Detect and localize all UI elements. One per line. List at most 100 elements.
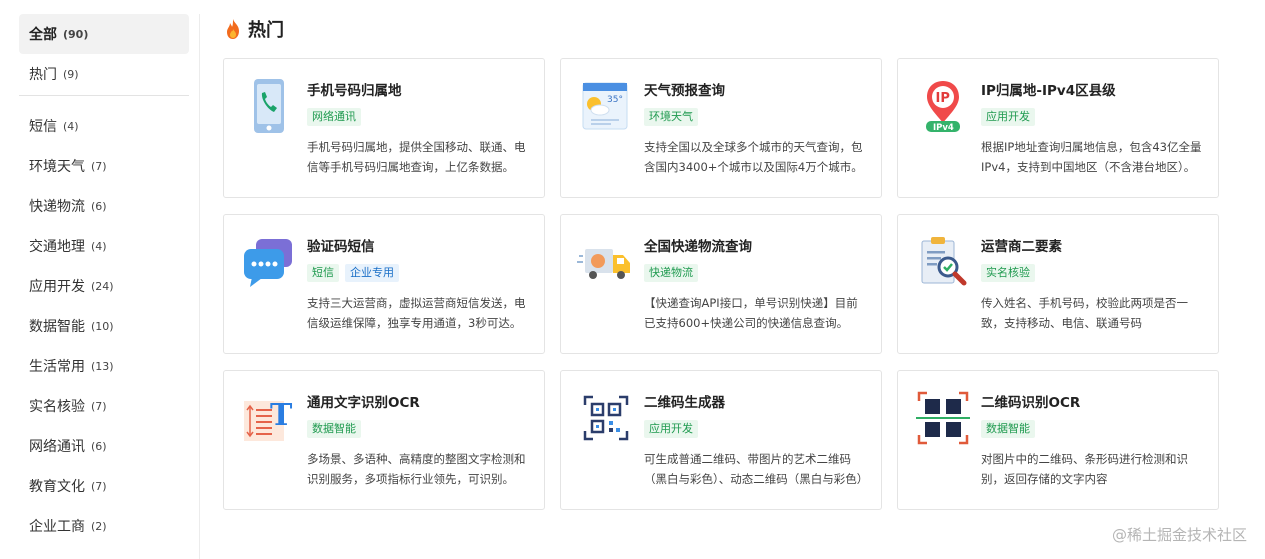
delivery-truck-icon xyxy=(577,249,630,279)
api-card-express-tracking[interactable]: 全国快递物流查询 快递物流 【快递查询API接口，单号识别快递】目前已支持600… xyxy=(560,214,882,354)
sidebar-item-express[interactable]: 快递物流 (6) xyxy=(19,186,189,226)
ip-location-icon: IP IPv4 xyxy=(926,81,960,133)
api-card-phone-location[interactable]: 手机号码归属地 网络通讯 手机号码归属地，提供全国移动、联通、电信等手机号码归属… xyxy=(223,58,545,198)
card-tags: 环境天气 xyxy=(644,108,698,126)
sidebar-item-label: 快递物流 xyxy=(29,199,85,215)
sidebar-item-count: (90) xyxy=(63,27,89,41)
card-description: 对图片中的二维码、条形码进行检测和识别，返回存储的文字内容 xyxy=(981,452,1188,486)
card-title: 二维码生成器 xyxy=(644,395,725,411)
sidebar-item-hot[interactable]: 热门 (9) xyxy=(19,54,189,94)
enterprise-tag[interactable]: 企业专用 xyxy=(345,264,399,282)
watermark: @稀土掘金技术社区 xyxy=(1111,526,1247,544)
verify-document-icon xyxy=(921,237,967,286)
sidebar-item-count: (10) xyxy=(91,319,114,333)
weather-icon: 35° xyxy=(582,82,628,130)
card-title: 天气预报查询 xyxy=(644,83,725,99)
card-tags: 实名核验 xyxy=(981,264,1035,282)
sidebar-item-weather[interactable]: 环境天气 (7) xyxy=(19,146,189,186)
text-ocr-icon: T xyxy=(244,398,293,441)
category-tag[interactable]: 短信 xyxy=(307,264,339,282)
card-title: 二维码识别OCR xyxy=(981,395,1081,411)
sidebar-item-label: 短信 xyxy=(29,119,57,135)
sidebar-item-life[interactable]: 生活常用 (13) xyxy=(19,346,189,386)
sidebar-item-enterprise[interactable]: 企业工商 (2) xyxy=(19,506,189,546)
sidebar-item-sms[interactable]: 短信 (4) xyxy=(19,106,189,146)
api-card-qr-ocr[interactable]: 二维码识别OCR 数据智能 对图片中的二维码、条形码进行检测和识别，返回存储的文… xyxy=(897,370,1219,510)
card-title: 运营商二要素 xyxy=(981,239,1062,255)
category-tag[interactable]: 环境天气 xyxy=(644,108,698,126)
card-tags: 数据智能 xyxy=(981,420,1035,438)
card-description: 手机号码归属地，提供全国移动、联通、电信等手机号码归属地查询，上亿条数据。 xyxy=(307,140,526,174)
sidebar-item-count: (7) xyxy=(91,399,107,413)
sidebar-item-count: (6) xyxy=(91,439,107,453)
card-tags: 短信 企业专用 xyxy=(307,264,399,282)
svg-text:35°: 35° xyxy=(607,95,623,105)
qr-scan-icon xyxy=(916,391,970,445)
category-tag[interactable]: 应用开发 xyxy=(981,108,1035,126)
card-tags: 应用开发 xyxy=(981,108,1035,126)
card-description: 支持全国以及全球多个城市的天气查询，包含国内3400+个城市以及国际4万个城市。 xyxy=(644,140,863,174)
sidebar-item-count: (7) xyxy=(91,479,107,493)
sidebar-item-count: (7) xyxy=(91,159,107,173)
card-tags: 应用开发 xyxy=(644,420,698,438)
sidebar-separator xyxy=(199,14,200,559)
api-card-grid: 手机号码归属地 网络通讯 手机号码归属地，提供全国移动、联通、电信等手机号码归属… xyxy=(223,58,1219,510)
sidebar-item-label: 数据智能 xyxy=(29,319,85,335)
sidebar-item-label: 生活常用 xyxy=(29,359,85,375)
sidebar-item-label: 企业工商 xyxy=(29,519,85,535)
sidebar-item-label: 热门 xyxy=(29,67,57,83)
card-title: 全国快递物流查询 xyxy=(644,239,752,255)
sidebar-item-label: 环境天气 xyxy=(29,159,85,175)
card-title: 验证码短信 xyxy=(307,239,375,255)
api-card-ip-location[interactable]: IP IPv4 IP归属地-IPv4区县级 应用开发 根据IP地址查询归属地信息… xyxy=(897,58,1219,198)
fire-icon xyxy=(227,19,239,39)
sidebar-item-count: (6) xyxy=(91,199,107,213)
category-tag[interactable]: 应用开发 xyxy=(644,420,698,438)
sidebar-item-traffic[interactable]: 交通地理 (4) xyxy=(19,226,189,266)
category-tag[interactable]: 数据智能 xyxy=(307,420,361,438)
phone-location-icon xyxy=(254,79,284,133)
sidebar-item-count: (4) xyxy=(91,239,107,253)
sidebar-item-count: (2) xyxy=(91,519,107,533)
sidebar-item-label: 应用开发 xyxy=(29,279,85,295)
api-card-qr-generator[interactable]: 二维码生成器 应用开发 可生成普通二维码、带图片的艺术二维码（黑白与彩色）、动态… xyxy=(560,370,882,510)
card-title: IP归属地-IPv4区县级 xyxy=(981,83,1116,99)
category-sidebar: 全部 (90) 热门 (9) 短信 (4) 环境天气 (7) 快递物流 (6) … xyxy=(19,14,189,546)
qr-generate-icon xyxy=(583,395,629,441)
sidebar-item-label: 实名核验 xyxy=(29,399,85,415)
card-description: 根据IP地址查询归属地信息，包含43亿全量IPv4，支持到中国地区（不含港台地区… xyxy=(981,140,1202,174)
sidebar-item-education[interactable]: 教育文化 (7) xyxy=(19,466,189,506)
card-description: 传入姓名、手机号码，校验此两项是否一致，支持移动、电信、联通号码 xyxy=(981,296,1188,330)
category-tag[interactable]: 快递物流 xyxy=(644,264,698,282)
sidebar-item-label: 教育文化 xyxy=(29,479,85,495)
card-tags: 网络通讯 xyxy=(307,108,361,126)
svg-text:IP: IP xyxy=(936,91,950,106)
sms-icon xyxy=(244,239,292,287)
category-tag[interactable]: 网络通讯 xyxy=(307,108,361,126)
category-tag[interactable]: 实名核验 xyxy=(981,264,1035,282)
sidebar-item-all[interactable]: 全部 (90) xyxy=(19,14,189,54)
sidebar-item-appdev[interactable]: 应用开发 (24) xyxy=(19,266,189,306)
api-card-weather[interactable]: 35° 天气预报查询 环境天气 支持全国以及全球多个城市的天气查询，包含国内34… xyxy=(560,58,882,198)
sidebar-item-network[interactable]: 网络通讯 (6) xyxy=(19,426,189,466)
svg-text:T: T xyxy=(270,398,293,433)
api-card-text-ocr[interactable]: T 通用文字识别OCR 数据智能 多场景、多语种、高精度的整图文字检测和识别服务… xyxy=(223,370,545,510)
section-title: 热门 xyxy=(248,20,284,41)
sidebar-item-label: 网络通讯 xyxy=(29,439,85,455)
api-card-sms-code[interactable]: 验证码短信 短信 企业专用 支持三大运营商，虚拟运营商短信发送，电信级运维保障，… xyxy=(223,214,545,354)
card-description: 【快递查询API接口，单号识别快递】目前已支持600+快递公司的快递信息查询。 xyxy=(644,296,858,330)
sidebar-item-data-ai[interactable]: 数据智能 (10) xyxy=(19,306,189,346)
sidebar-item-count: (9) xyxy=(63,67,79,81)
card-title: 通用文字识别OCR xyxy=(307,395,420,411)
category-tag[interactable]: 数据智能 xyxy=(981,420,1035,438)
sidebar-item-count: (13) xyxy=(91,359,114,373)
sidebar-item-count: (4) xyxy=(63,119,79,133)
sidebar-item-realname[interactable]: 实名核验 (7) xyxy=(19,386,189,426)
api-card-carrier-verify[interactable]: 运营商二要素 实名核验 传入姓名、手机号码，校验此两项是否一致，支持移动、电信、… xyxy=(897,214,1219,354)
card-tags: 快递物流 xyxy=(644,264,698,282)
card-description: 支持三大运营商，虚拟运营商短信发送，电信级运维保障，独享专用通道，3秒可达。 xyxy=(307,296,526,330)
sidebar-item-label: 交通地理 xyxy=(29,239,85,255)
sidebar-item-count: (24) xyxy=(91,279,114,293)
card-description: 可生成普通二维码、带图片的艺术二维码（黑白与彩色）、动态二维码（黑白与彩色） xyxy=(644,452,866,486)
section-header: 热门 xyxy=(224,16,284,42)
